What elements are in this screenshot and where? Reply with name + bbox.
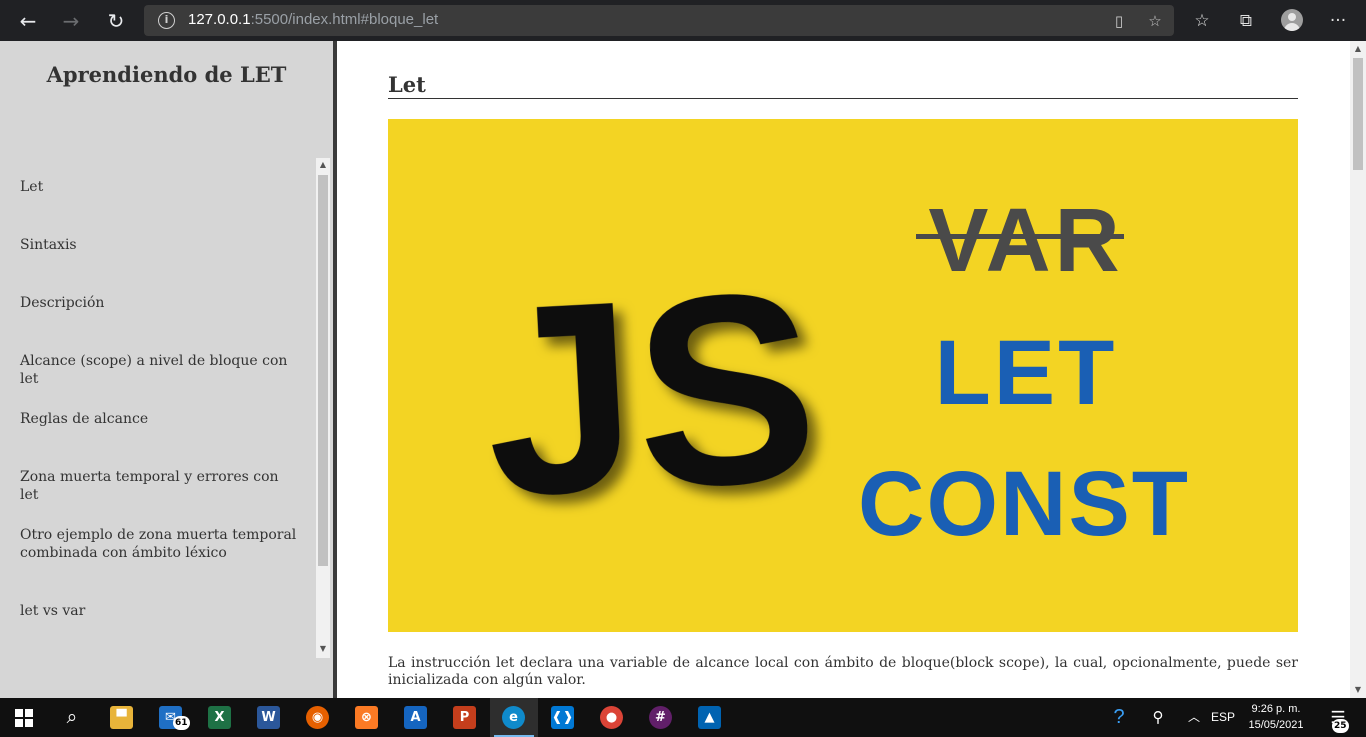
taskbar-photos-button[interactable]: ▲ [686,698,734,737]
excel-icon: X [208,706,231,729]
title-divider [388,98,1298,99]
scrollbar-thumb[interactable] [318,175,328,566]
vscode-icon: ❰❱ [551,706,574,729]
sidebar-item-descripcion[interactable]: Descripción [20,294,300,312]
sidebar-scrollbar[interactable]: ▲ ▼ [316,158,330,658]
const-keyword: CONST [858,453,1190,555]
clock-date: 15/05/2021 [1248,719,1304,731]
taskbar-vscode-button[interactable]: ❰❱ [539,698,587,737]
windows-taskbar: ⌕ ▀ ✉ 61 X W ◉ ⊗ A Pe ❰❱ ● # ▲ ? ⚲ ︿ ESP 9:26 p. m. … [0,698,1366,737]
js-logo-text: JS [478,236,824,554]
language-indicator[interactable]: ESP [1208,698,1238,737]
page-scroll-up-icon[interactable]: ▲ [1350,41,1366,57]
page-scrollbar-thumb[interactable] [1353,58,1363,170]
chevron-up-icon[interactable]: ︿ [1180,698,1208,737]
sidebar-item-let[interactable]: Let [20,178,300,196]
taskbar-powerpoint-button[interactable]: P [441,698,489,737]
clock-time: 9:26 p. m. [1251,703,1301,715]
sidebar: Aprendiendo de LET Let Sintaxis Descripc… [0,41,333,698]
sidebar-item-otro-ejemplo[interactable]: Otro ejemplo de zona muerta temporal com… [20,526,300,562]
taskbar-slack-button[interactable]: # [637,698,685,737]
taskbar-file-explorer-button[interactable]: ▀ [98,698,146,737]
hero-illustration: JS VAR LET CONST [388,119,1298,632]
var-strike-line [916,234,1124,239]
xampp-icon: ⊗ [355,706,378,729]
edge-icon: e [502,706,525,729]
intro-paragraph: La instrucción let declara una variable … [388,655,1298,688]
search-icon[interactable]: ⌕ [48,698,96,737]
var-keyword: VAR [928,191,1123,291]
browser-toolbar: ← → ↻ i 127.0.0.1:5500/index.html#bloque… [0,0,1366,41]
slack-icon: # [649,706,672,729]
architect-icon: A [404,706,427,729]
address-bar[interactable]: i 127.0.0.1:5500/index.html#bloque_let ▯… [144,5,1174,36]
back-arrow-icon[interactable]: ← [13,6,43,36]
word-icon: W [257,706,280,729]
sidebar-item-zona-muerta[interactable]: Zona muerta temporal y errores con let [20,468,300,504]
taskbar-firefox-button[interactable]: ◉ [294,698,342,737]
site-info-icon[interactable]: i [158,12,175,29]
taskbar-word-button[interactable]: W [245,698,293,737]
firefox-icon: ◉ [306,706,329,729]
url-text[interactable]: 127.0.0.1:5500/index.html#bloque_let [188,11,438,28]
main-content: Let JS VAR LET CONST La instrucción let … [337,41,1350,698]
refresh-icon[interactable]: ↻ [101,6,131,36]
taskbar-mail-button[interactable]: ✉ 61 [147,698,195,737]
people-icon[interactable]: ⚲ [1144,698,1172,737]
favorites-icon[interactable]: ☆ [1187,6,1217,36]
powerpoint-icon: P [453,706,476,729]
add-favorite-icon[interactable]: ☆ [1143,9,1167,33]
scroll-up-arrow-icon[interactable]: ▲ [316,158,330,172]
scroll-down-arrow-icon[interactable]: ▼ [316,642,330,656]
taskbar-chrome-button[interactable]: ● [588,698,636,737]
section-title: Let [388,72,426,97]
chrome-icon: ● [600,706,623,729]
notifications-count-badge: 25 [1332,719,1349,733]
sidebar-item-alcance[interactable]: Alcance (scope) a nivel de bloque con le… [20,352,300,388]
let-keyword: LET [935,322,1118,424]
page-scroll-down-icon[interactable]: ▼ [1350,682,1366,698]
taskbar-edge-button[interactable]: e [490,698,538,737]
page-scrollbar[interactable]: ▲ ▼ [1350,41,1366,698]
mail-badge: 61 [173,716,190,730]
sidebar-item-reglas[interactable]: Reglas de alcance [20,410,300,428]
file-explorer-icon: ▀ [110,706,133,729]
taskbar-architect-button[interactable]: A [392,698,440,737]
site-title: Aprendiendo de LET [46,62,287,87]
sidebar-nav: Let Sintaxis Descripción Alcance (scope)… [0,158,316,658]
profile-icon[interactable] [1281,9,1303,31]
more-menu-icon[interactable]: ··· [1323,6,1353,36]
taskbar-xampp-button[interactable]: ⊗ [343,698,391,737]
help-icon[interactable]: ? [1102,698,1136,737]
immersive-reader-icon[interactable]: ▯ [1107,9,1131,33]
hero-image: JS VAR LET CONST [388,119,1298,632]
collections-icon[interactable]: ⧉ [1231,6,1261,36]
sidebar-item-sintaxis[interactable]: Sintaxis [20,236,300,254]
photos-icon: ▲ [698,706,721,729]
sidebar-item-let-vs-var[interactable]: let vs var [20,602,300,620]
forward-arrow-icon[interactable]: → [56,6,86,36]
system-clock[interactable]: 9:26 p. m. 15/05/2021 [1240,701,1312,733]
windows-start-icon[interactable] [0,698,48,737]
taskbar-excel-button[interactable]: X [196,698,244,737]
